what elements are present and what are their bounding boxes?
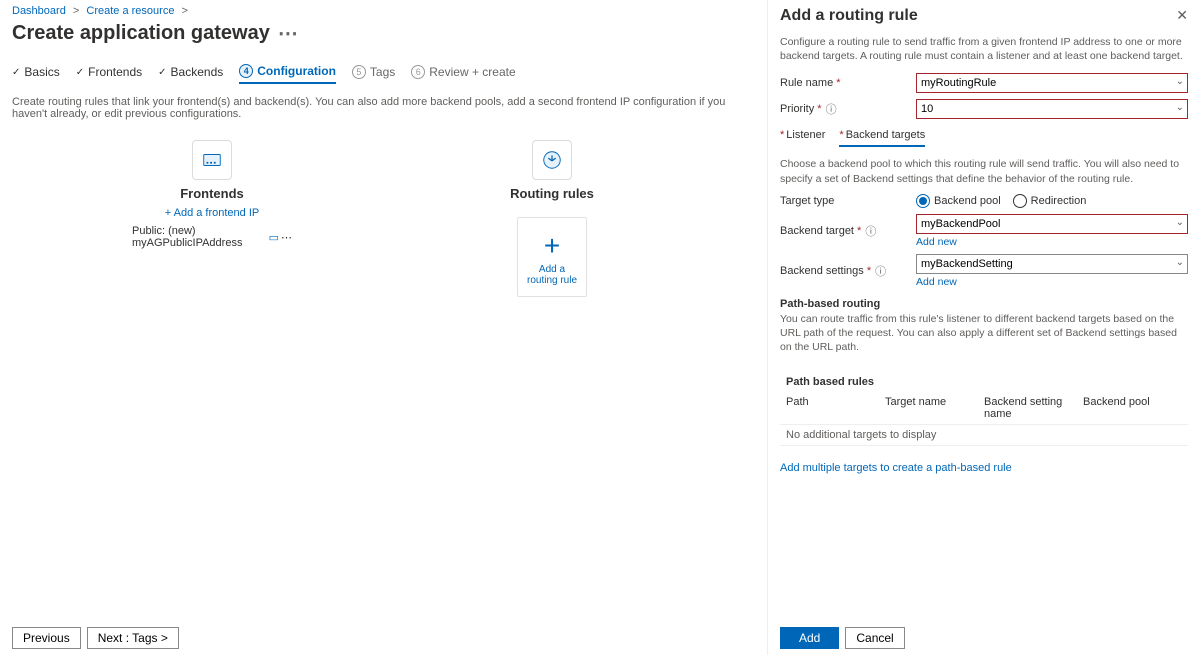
priority-label: Priority [780,103,822,115]
helper-text: Create routing rules that link your fron… [12,96,755,120]
priority-input[interactable] [916,99,1188,119]
step-backends[interactable]: ✓Backends [158,64,223,84]
rule-name-label: Rule name [780,77,841,89]
backend-settings-label: Backend settings [780,265,871,277]
step-tabs: ✓Basics ✓Frontends ✓Backends 4Configurat… [12,64,755,84]
step-review[interactable]: 6Review + create [411,64,515,84]
add-multiple-targets-link[interactable]: Add multiple targets to create a path-ba… [780,462,1188,474]
more-ip-icon[interactable]: ⋯ [281,231,292,244]
plus-icon: + [544,232,560,260]
more-actions-icon[interactable]: ⋯ [278,21,298,46]
add-new-backend-settings[interactable]: Add new [916,276,1188,288]
add-new-backend-target[interactable]: Add new [916,236,1188,248]
routing-heading: Routing rules [510,186,594,201]
table-empty: No additional targets to display [780,424,1188,446]
info-icon[interactable]: ⓘ [865,223,876,239]
tab-backend-targets[interactable]: *Backend targets [839,129,925,147]
col-path: Path [786,396,885,420]
previous-button[interactable]: Previous [12,627,81,649]
radio-backend-pool[interactable]: Backend pool [916,194,1001,208]
breadcrumb: Dashboard > Create a resource > [12,5,755,21]
table-header-row: Path Target name Backend setting name Ba… [780,392,1188,424]
rule-name-input[interactable] [916,73,1188,93]
col-setting: Backend setting name [984,396,1083,420]
step-configuration[interactable]: 4Configuration [239,64,336,84]
step-frontends[interactable]: ✓Frontends [76,64,142,84]
blade-title: Add a routing rule [780,7,918,25]
cancel-button[interactable]: Cancel [845,627,904,649]
tab-listener[interactable]: *Listener [780,129,825,147]
frontends-heading: Frontends [180,186,244,201]
target-type-label: Target type [780,195,910,207]
check-icon: ✓ [76,67,84,78]
path-routing-desc: You can route traffic from this rule's l… [780,312,1188,355]
add-routing-rule-label: Add a routing rule [526,264,578,286]
check-icon: ✓ [12,67,20,78]
breadcrumb-dashboard[interactable]: Dashboard [12,5,66,17]
routing-tile-icon [532,140,572,180]
step-basics[interactable]: ✓Basics [12,64,60,84]
col-pool: Backend pool [1083,396,1182,420]
path-routing-heading: Path-based routing [780,298,1188,310]
next-button[interactable]: Next : Tags > [87,627,179,649]
frontend-ip-label: Public: (new) myAGPublicIPAddress [132,225,263,249]
frontend-ip-row: Public: (new) myAGPublicIPAddress ▭ ⋯ [132,225,292,249]
step-tags[interactable]: 5Tags [352,64,395,84]
check-icon: ✓ [158,67,166,78]
blade-desc: Configure a routing rule to send traffic… [780,35,1188,63]
table-caption: Path based rules [780,372,1188,392]
close-icon[interactable]: ✕ [1176,7,1188,24]
edit-ip-icon[interactable]: ▭ [269,231,279,244]
col-target: Target name [885,396,984,420]
info-icon[interactable]: ⓘ [875,263,886,279]
page-title: Create application gateway ⋯ [12,21,755,46]
backend-settings-select[interactable] [916,254,1188,274]
radio-redirection[interactable]: Redirection [1013,194,1087,208]
info-icon[interactable]: ⓘ [826,101,837,117]
frontends-tile-icon [192,140,232,180]
add-frontend-link[interactable]: + Add a frontend IP [165,207,260,219]
breadcrumb-create-resource[interactable]: Create a resource [86,5,174,17]
backend-target-select[interactable] [916,214,1188,234]
path-rules-table: Path based rules Path Target name Backen… [780,372,1188,446]
add-button[interactable]: Add [780,627,839,649]
backend-desc: Choose a backend pool to which this rout… [780,157,1188,185]
add-routing-rule-card[interactable]: + Add a routing rule [517,217,587,297]
backend-target-label: Backend target [780,225,861,237]
